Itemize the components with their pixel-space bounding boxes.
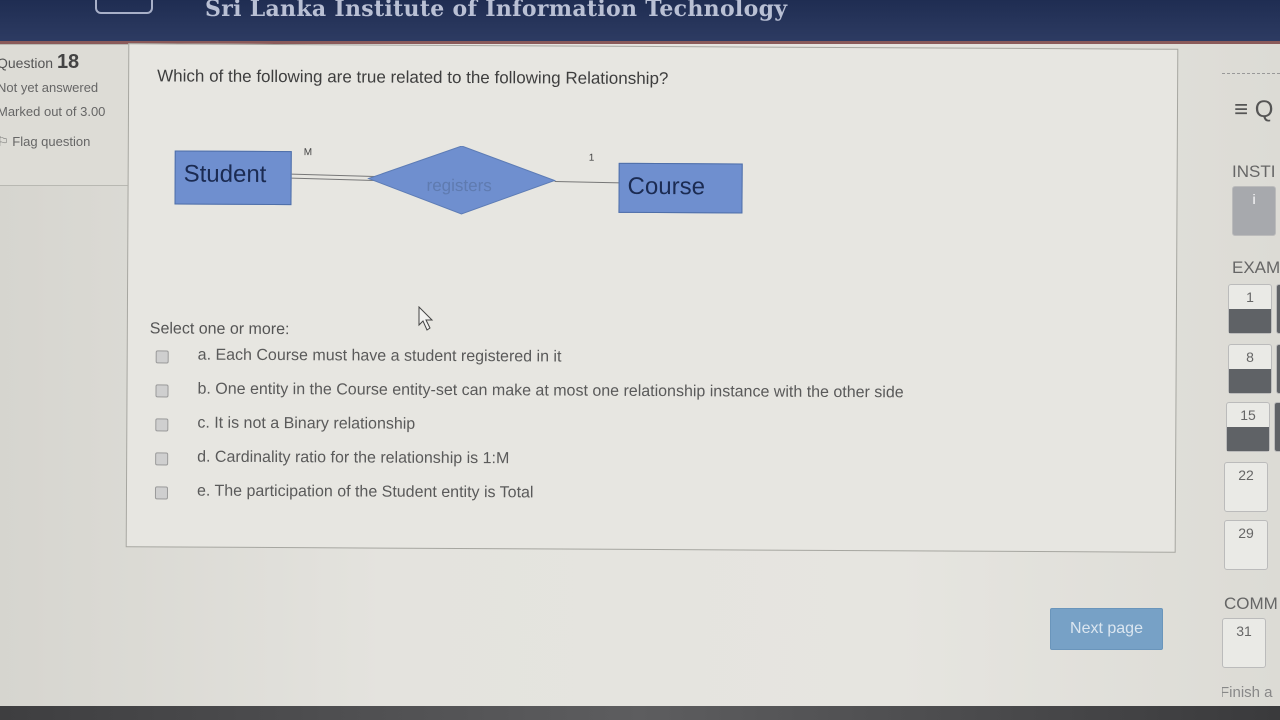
quiz-page: Question 18 Not yet answered Marked out … [0,43,1280,708]
answer-checkbox[interactable] [154,486,169,500]
nav-question-button[interactable]: 8 [1228,344,1272,394]
nav-divider [1222,73,1280,74]
answer-option-d[interactable]: d. Cardinality ratio for the relationshi… [151,448,1051,477]
select-instruction: Select one or more: [149,320,290,339]
site-title: Sri Lanka Institute of Information Techn… [205,0,788,22]
answer-label[interactable]: d. Cardinality ratio for the relationshi… [197,449,509,469]
relationship-label: registers [426,175,492,196]
site-header: Sri Lanka Institute of Information Techn… [0,0,1280,44]
question-number: Question 18 [0,51,80,73]
answer-checkbox[interactable] [155,350,169,364]
next-page-button[interactable]: Next page [1050,608,1163,650]
entity-course: Course [618,162,743,214]
entity-student: Student [174,150,292,206]
answer-label[interactable]: e. The participation of the Student enti… [197,483,534,503]
flag-question-label: Flag question [12,134,91,149]
answer-checkbox[interactable] [155,418,169,432]
answer-label[interactable]: b. One entity in the Course entity-set c… [197,381,903,403]
nav-section-instructions: INSTI [1232,162,1276,181]
quiz-navigation: ≡ Q INSTI i EXAM 1 8 15 22 29 COMM 31 Fi… [1222,44,1280,708]
nav-question-button[interactable]: 29 [1224,520,1268,570]
nav-section-comments: COMM [1224,594,1278,613]
nav-section-exam: EXAM [1232,258,1280,277]
nav-instructions-button[interactable]: i [1232,186,1276,236]
mouse-cursor-icon [418,306,434,331]
nav-question-button-partial[interactable] [1276,344,1280,394]
answer-checkbox[interactable] [155,384,169,398]
cardinality-1: 1 [588,152,595,164]
nav-question-button-partial[interactable] [1274,402,1280,452]
finish-attempt-link[interactable]: Finish a [1222,684,1273,701]
flag-icon: ⚐ [0,134,9,149]
answer-option-c[interactable]: c. It is not a Binary relationship [151,414,1051,443]
nav-question-button-partial[interactable] [1276,284,1280,334]
question-content: Which of the following are true related … [125,43,1179,553]
question-info-panel: Question 18 Not yet answered Marked out … [0,44,130,186]
cardinality-m: M [303,147,313,159]
hamburger-icon: ≡ [1234,96,1249,123]
monitor-bezel [0,706,1280,720]
nav-menu-label: Q [1254,96,1274,123]
er-diagram: Student Course registers M 1 [174,144,754,227]
nav-question-button[interactable]: 22 [1224,462,1268,512]
answer-option-a[interactable]: a. Each Course must have a student regis… [152,346,1052,375]
question-text: Which of the following are true related … [157,66,669,89]
answer-label[interactable]: c. It is not a Binary relationship [197,415,415,434]
question-state: Not yet answered [0,80,99,95]
flag-question-link[interactable]: ⚐ Flag question [0,134,129,150]
nav-question-button[interactable]: 15 [1226,402,1270,452]
question-grade: Marked out of 3.00 [0,104,106,119]
answer-checkbox[interactable] [155,452,169,466]
nav-question-button[interactable]: 1 [1228,284,1272,334]
answer-option-b[interactable]: b. One entity in the Course entity-set c… [151,380,1051,409]
quiz-navigation-toggle[interactable]: ≡ Q [1234,96,1273,124]
institute-logo [95,0,153,14]
answer-option-e[interactable]: e. The participation of the Student enti… [151,482,1051,511]
answer-label[interactable]: a. Each Course must have a student regis… [198,347,562,367]
nav-question-button[interactable]: 31 [1222,618,1266,668]
